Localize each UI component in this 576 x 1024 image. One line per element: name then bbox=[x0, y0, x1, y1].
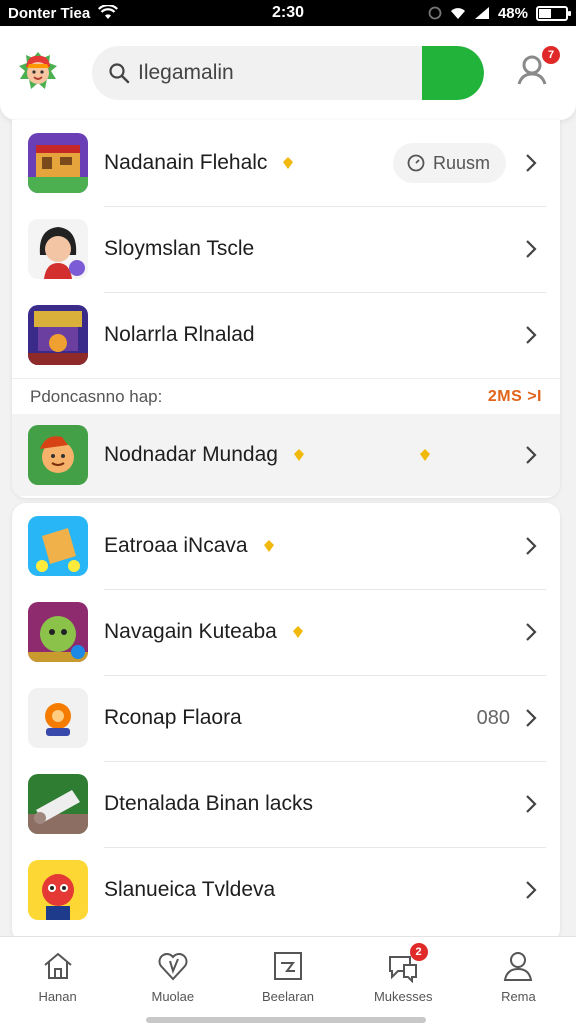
status-bar: Donter Tiea 2:30 48% bbox=[0, 0, 576, 26]
tab-label: Muolae bbox=[151, 989, 195, 1004]
status-right: 48% bbox=[428, 4, 571, 22]
list-item[interactable]: Eatroaa iNcava bbox=[12, 503, 560, 589]
wifi-small-icon bbox=[450, 7, 465, 19]
list-item[interactable]: Nadanain Flehalc Ruusm bbox=[12, 120, 560, 206]
header: 7 bbox=[0, 26, 576, 120]
tab-messages[interactable]: 2 Mukesses bbox=[346, 937, 461, 1024]
app-icon-log bbox=[28, 774, 88, 834]
favorite-dot-icon bbox=[292, 626, 303, 638]
list-item-title: Rconap Flaora bbox=[104, 706, 242, 729]
app-icon-cat bbox=[28, 860, 88, 920]
carrier-label: Donter Tiea bbox=[8, 4, 91, 22]
home-indicator[interactable] bbox=[146, 1017, 426, 1023]
messages-badge: 2 bbox=[409, 943, 428, 961]
battery-percent: 48% bbox=[497, 4, 528, 22]
chevron-right-icon bbox=[526, 537, 537, 555]
profile-notifications-button[interactable]: 7 bbox=[514, 46, 560, 90]
app-icon-girl bbox=[28, 219, 88, 279]
row-trailing-value: 080 bbox=[476, 706, 510, 729]
tab-favorites[interactable]: Muolae bbox=[115, 937, 230, 1024]
home-icon bbox=[43, 952, 72, 979]
tab-profile[interactable]: Rema bbox=[461, 937, 576, 1024]
wifi-icon bbox=[98, 5, 119, 19]
tab-media[interactable]: Beelaran bbox=[230, 937, 345, 1024]
list-item[interactable]: Slanueica Tvldeva bbox=[12, 847, 560, 933]
battery-fill bbox=[539, 8, 552, 18]
profile-icon bbox=[504, 952, 533, 981]
chevron-right-icon bbox=[526, 154, 537, 172]
list-item-title: Dtenalada Binan lacks bbox=[104, 792, 313, 815]
app-icon-bell bbox=[28, 516, 88, 576]
chevron-right-icon bbox=[526, 709, 537, 727]
chevron-right-icon bbox=[526, 795, 537, 813]
section-header: Pdoncasnno hap: 2MS >I bbox=[12, 378, 560, 414]
list-item-title: Nodnadar Mundag bbox=[104, 443, 278, 466]
app-icon-market bbox=[28, 133, 88, 193]
list-item-title: Nadanain Flehalc bbox=[104, 151, 268, 174]
media-icon bbox=[274, 952, 302, 980]
tab-home[interactable]: Hanan bbox=[0, 937, 115, 1024]
list-item-title: Eatroaa iNcava bbox=[104, 534, 248, 557]
app-logo[interactable] bbox=[14, 49, 62, 97]
search-bar bbox=[92, 46, 484, 100]
heart-icon bbox=[158, 953, 188, 981]
list-item[interactable]: Nodnadar Mundag bbox=[12, 414, 560, 496]
app-icon-castle bbox=[28, 305, 88, 365]
notification-badge: 7 bbox=[542, 46, 560, 64]
action-pill-button[interactable]: Ruusm bbox=[392, 143, 506, 183]
status-dot-icon bbox=[419, 449, 430, 461]
chevron-right-icon bbox=[526, 446, 537, 464]
section-label: Pdoncasnno hap: bbox=[30, 386, 163, 406]
list-item[interactable]: Rconap Flaora 080 bbox=[12, 675, 560, 761]
app-icon-snail bbox=[28, 688, 88, 748]
clock-icon bbox=[407, 154, 425, 172]
app-list-card-2: Eatroaa iNcava Navagain Kuteaba Rconap F… bbox=[12, 503, 560, 943]
list-item-title: Sloymslan Tscle bbox=[104, 237, 255, 260]
alarm-icon bbox=[428, 6, 442, 20]
tab-label: Hanan bbox=[38, 989, 77, 1004]
list-item[interactable]: Sloymslan Tscle bbox=[12, 206, 560, 292]
tab-label: Beelaran bbox=[261, 989, 315, 1004]
chevron-right-icon bbox=[526, 326, 537, 344]
chevron-right-icon bbox=[526, 240, 537, 258]
app-icon-monkey bbox=[28, 425, 88, 485]
list-item[interactable]: Nolarrla Rlnalad bbox=[12, 292, 560, 378]
pill-label: Ruusm bbox=[432, 152, 490, 173]
favorite-dot-icon bbox=[283, 157, 294, 169]
list-item-title: Nolarrla Rlnalad bbox=[104, 323, 255, 346]
list-item[interactable]: Navagain Kuteaba bbox=[12, 589, 560, 675]
list-item-title: Navagain Kuteaba bbox=[104, 620, 277, 643]
search-icon bbox=[109, 63, 130, 84]
chevron-right-icon bbox=[526, 623, 537, 641]
bottom-tab-bar: Hanan Muolae Beelaran 2 Mukesses Rema bbox=[0, 936, 576, 1024]
list-item-title: Slanueica Tvldeva bbox=[104, 878, 276, 901]
favorite-dot-icon bbox=[293, 449, 304, 461]
tab-label: Rema bbox=[501, 989, 536, 1004]
search-input[interactable] bbox=[138, 61, 422, 85]
signal-icon bbox=[474, 7, 489, 19]
search-submit-button[interactable] bbox=[422, 46, 484, 100]
chevron-right-icon bbox=[526, 881, 537, 899]
tab-label: Mukesses bbox=[373, 989, 433, 1004]
battery-icon bbox=[536, 5, 571, 21]
list-item[interactable]: Dtenalada Binan lacks bbox=[12, 761, 560, 847]
app-list-card-1: Nadanain Flehalc Ruusm Sloymslan Tscle N… bbox=[12, 120, 560, 498]
app-icon-creature bbox=[28, 602, 88, 662]
favorite-dot-icon bbox=[263, 540, 274, 552]
status-left: Donter Tiea bbox=[8, 4, 119, 22]
section-see-all-link[interactable]: 2MS >I bbox=[488, 388, 542, 406]
